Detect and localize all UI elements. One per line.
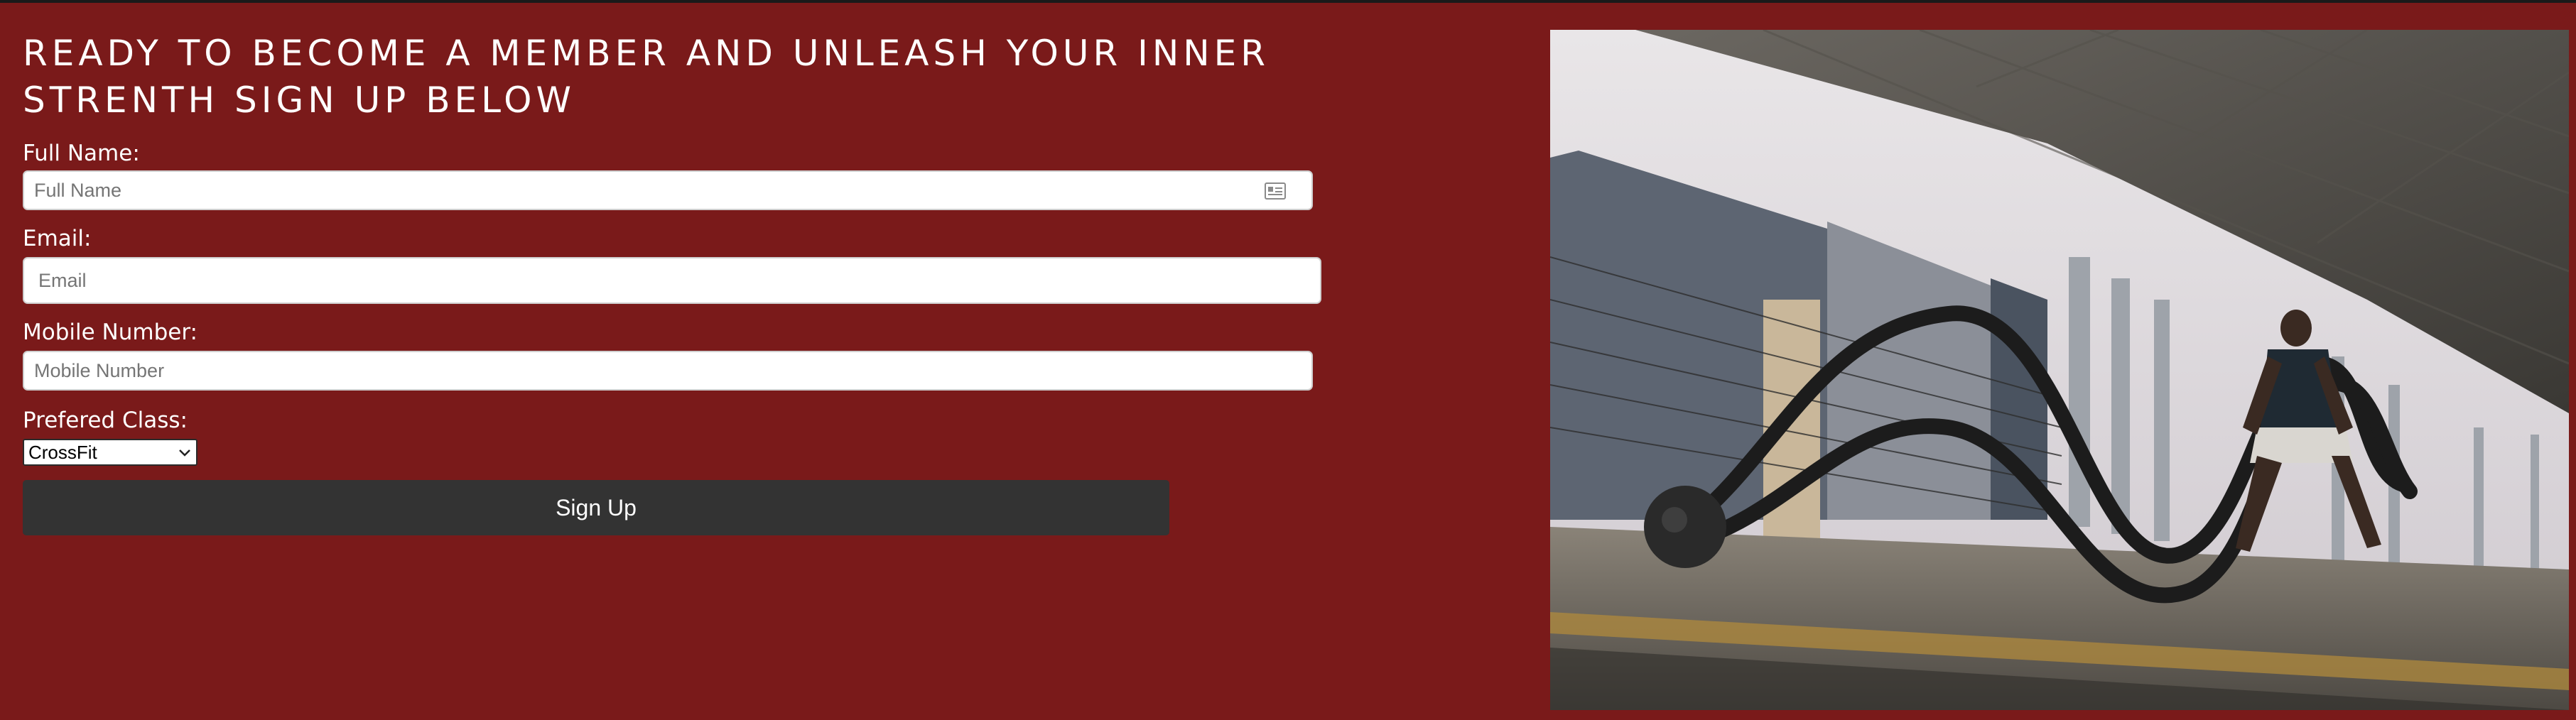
email-label: Email:	[23, 226, 92, 251]
preferred-class-select[interactable]: CrossFit	[23, 439, 197, 466]
chevron-down-icon	[179, 449, 190, 457]
contact-card-icon[interactable]	[1265, 182, 1286, 200]
battle-ropes-image	[1550, 30, 2569, 710]
signup-form: READY TO BECOME A MEMBER AND UNLEASH YOU…	[23, 30, 1515, 535]
sign-up-button[interactable]: Sign Up	[23, 480, 1169, 535]
email-field[interactable]	[23, 257, 1321, 304]
preferred-class-label: Prefered Class:	[23, 408, 188, 433]
top-border	[0, 0, 2576, 3]
full-name-field[interactable]	[23, 170, 1313, 210]
page-title: READY TO BECOME A MEMBER AND UNLEASH YOU…	[23, 33, 1270, 121]
mobile-number-field[interactable]	[23, 351, 1313, 391]
full-name-input[interactable]	[33, 178, 1311, 202]
signup-page: READY TO BECOME A MEMBER AND UNLEASH YOU…	[0, 0, 2576, 720]
mobile-number-input[interactable]	[33, 359, 1311, 383]
email-input[interactable]	[37, 268, 1320, 293]
preferred-class-value: CrossFit	[28, 441, 97, 463]
full-name-label: Full Name:	[23, 141, 140, 166]
battle-ropes-photo	[1550, 30, 2569, 710]
mobile-number-label: Mobile Number:	[23, 320, 197, 345]
